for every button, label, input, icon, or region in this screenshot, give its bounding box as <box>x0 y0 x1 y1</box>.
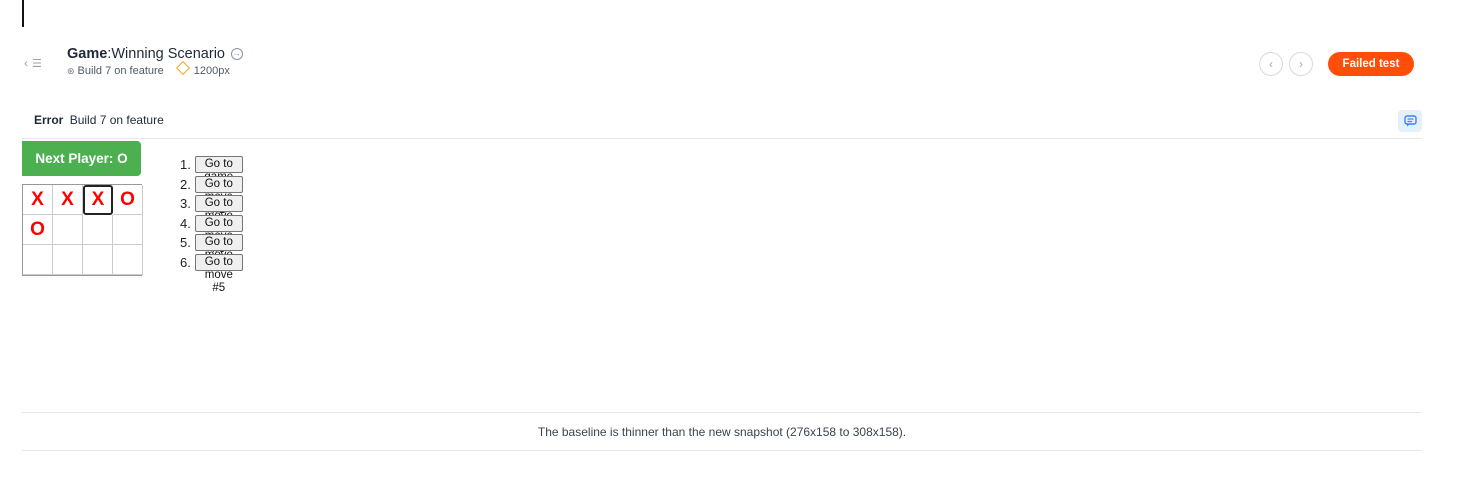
board-cell[interactable] <box>53 245 83 275</box>
go-to-move-button[interactable]: Go to move #4 <box>194 234 243 274</box>
list-item: 6. Go to move #5 <box>180 253 243 294</box>
subtitle: ⊛ Build 7 on feature 1200px <box>67 60 243 77</box>
failed-test-button[interactable]: Failed test <box>1328 52 1414 76</box>
game-board: X X X O O <box>22 184 143 276</box>
list-icon: ☰ <box>32 57 42 70</box>
board-cell[interactable] <box>53 215 83 245</box>
diamond-icon <box>175 60 190 76</box>
comment-button[interactable] <box>1398 110 1422 132</box>
back-to-list-button[interactable]: ‹ ☰ <box>24 54 52 72</box>
move-number: 4. <box>180 215 191 231</box>
build-info: ⊛ Build 7 on feature <box>67 65 164 77</box>
go-to-move-button[interactable]: Go to move #2 <box>194 195 243 235</box>
list-item: 3. Go to move #2 <box>180 194 243 235</box>
list-item: 4. Go to move #3 <box>180 214 243 255</box>
title-strong: Game <box>67 46 108 62</box>
go-to-move-button[interactable]: Go to move #3 <box>194 214 243 255</box>
board-cell[interactable] <box>83 245 113 275</box>
chevron-left-icon: ‹ <box>24 56 28 70</box>
next-snapshot-button[interactable]: › <box>1289 52 1313 76</box>
go-to-move-button[interactable]: Go to game start <box>194 156 243 196</box>
board-cell[interactable]: O <box>113 185 143 215</box>
list-item: 5. Go to move #4 <box>180 233 243 274</box>
error-label: Error Build 7 on feature <box>34 113 164 127</box>
chevron-left-icon: ‹ <box>1269 57 1273 71</box>
header: ‹ ☰ Game:Winning Scenario → ⊛ Build 7 on … <box>0 40 1464 88</box>
board-cell-highlighted[interactable]: X <box>83 185 113 215</box>
board-cell[interactable] <box>83 215 113 245</box>
move-number: 3. <box>180 196 191 212</box>
chevron-right-icon: › <box>1299 57 1303 71</box>
list-item: 1. Go to game start <box>180 155 243 196</box>
board-cell[interactable] <box>113 245 143 275</box>
board-cell[interactable] <box>113 215 143 245</box>
move-number: 1. <box>180 157 191 173</box>
error-title: Error <box>34 113 64 127</box>
move-number: 2. <box>180 176 191 192</box>
board-cell[interactable] <box>23 245 53 275</box>
build-icon: ⊛ <box>67 65 75 76</box>
viewport-info: 1200px <box>175 60 230 77</box>
comment-icon <box>1403 115 1417 127</box>
list-item: 2. Go to move #1 <box>180 175 243 216</box>
snapshot-size-message: The baseline is thinner than the new sna… <box>22 412 1422 451</box>
board-cell[interactable]: O <box>23 215 53 245</box>
board-cell[interactable]: X <box>53 185 83 215</box>
viewport-label: 1200px <box>193 65 230 77</box>
next-player-status: Next Player: O <box>22 141 141 176</box>
error-bar: Error Build 7 on feature <box>22 108 1422 139</box>
error-text: Build 7 on feature <box>69 113 164 127</box>
text-cursor <box>22 0 24 27</box>
board-cell[interactable]: X <box>23 185 53 215</box>
build-label: Build 7 on feature <box>77 64 164 77</box>
previous-snapshot-button[interactable]: ‹ <box>1259 52 1283 76</box>
go-to-move-button[interactable]: Go to move #1 <box>194 175 243 216</box>
move-number: 5. <box>180 235 191 251</box>
title-rest: Winning Scenario <box>111 46 225 62</box>
page-title: Game:Winning Scenario → <box>67 46 244 62</box>
move-number: 6. <box>180 254 191 270</box>
title-block: Game:Winning Scenario → ⊛ Build 7 on feat… <box>67 46 244 77</box>
move-history-list: 1. Go to game start 2. Go to move #1 3. … <box>180 155 243 294</box>
arrow-right-circle-icon[interactable]: → <box>231 48 244 61</box>
go-to-move-button[interactable]: Go to move #5 <box>194 253 243 294</box>
